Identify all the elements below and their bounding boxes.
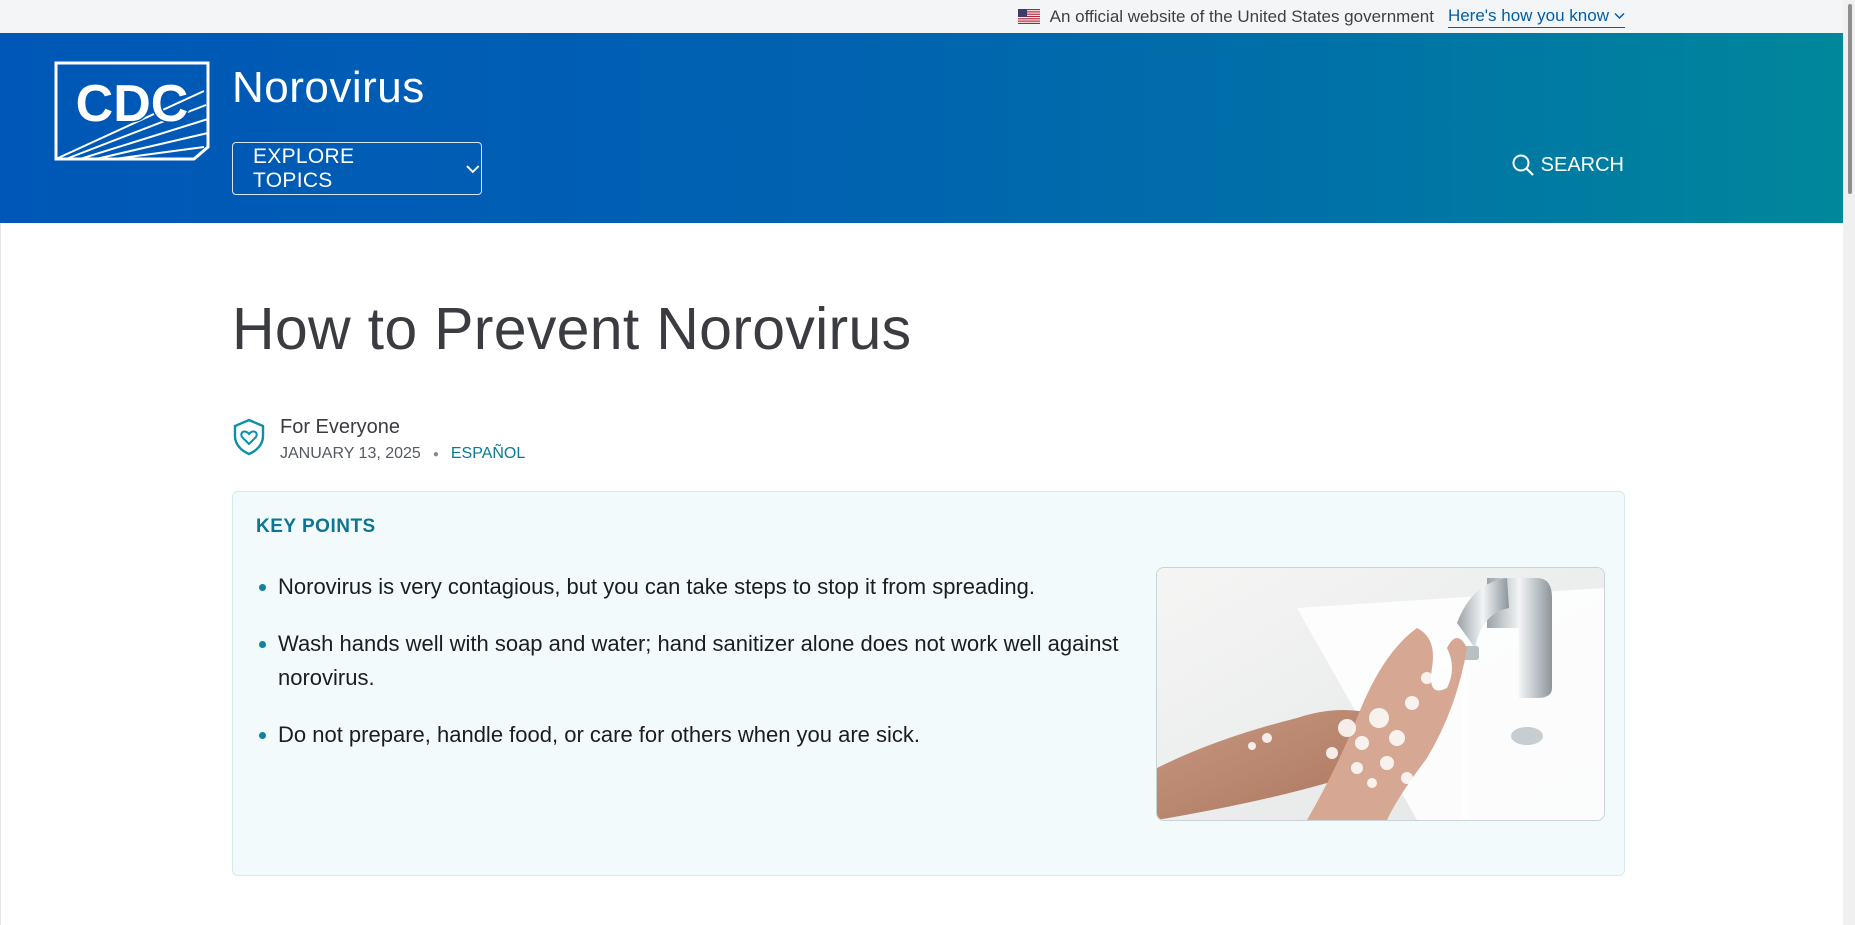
shield-heart-icon xyxy=(233,418,265,456)
audience-block: For Everyone JANUARY 13, 2025 ● ESPAÑOL xyxy=(232,416,525,463)
site-header: CDC Norovirus EXPLORE TOPICS SEARCH xyxy=(0,33,1855,223)
gov-banner-text: An official website of the United States… xyxy=(1049,6,1434,26)
cdc-logo[interactable]: CDC xyxy=(54,61,210,161)
scrollbar-thumb[interactable] xyxy=(1848,4,1852,194)
chevron-down-icon xyxy=(466,164,480,173)
gov-banner-content: An official website of the United States… xyxy=(1017,0,1625,33)
meta-separator: ● xyxy=(432,448,439,460)
key-point-item: Do not prepare, handle food, or care for… xyxy=(256,718,1136,752)
chevron-down-icon xyxy=(1614,12,1625,19)
explore-topics-label: EXPLORE TOPICS xyxy=(253,144,355,192)
hand-washing-illustration xyxy=(1157,568,1604,820)
hand-washing-image xyxy=(1156,567,1605,821)
cdc-logo-text: CDC xyxy=(76,75,189,133)
key-points-box: KEY POINTS Norovirus is very contagious,… xyxy=(232,491,1625,876)
explore-topics-button[interactable]: EXPLORE TOPICS xyxy=(232,142,482,195)
key-point-item: Wash hands well with soap and water; han… xyxy=(256,627,1136,695)
gov-banner: An official website of the United States… xyxy=(0,0,1855,33)
search-icon xyxy=(1512,154,1534,176)
espanol-link[interactable]: ESPAÑOL xyxy=(451,445,525,463)
heres-how-you-know-link[interactable]: Here's how you know xyxy=(1447,5,1625,28)
audience-label: For Everyone xyxy=(280,416,401,438)
key-points-heading: KEY POINTS xyxy=(256,516,376,537)
publish-date: JANUARY 13, 2025 xyxy=(280,445,421,462)
heres-how-you-know-label: Here's how you know xyxy=(1447,5,1609,25)
search-label: SEARCH xyxy=(1540,153,1624,176)
page-border xyxy=(0,223,1,925)
audience-text: For Everyone JANUARY 13, 2025 ● ESPAÑOL xyxy=(280,416,525,463)
us-flag-icon xyxy=(1017,9,1040,24)
key-points-list: Norovirus is very contagious, but you ca… xyxy=(256,570,1136,775)
search-button[interactable]: SEARCH xyxy=(1511,153,1624,177)
scrollbar[interactable] xyxy=(1843,0,1855,925)
site-title[interactable]: Norovirus xyxy=(232,63,425,113)
key-point-item: Norovirus is very contagious, but you ca… xyxy=(256,570,1136,604)
page-title: How to Prevent Norovirus xyxy=(232,296,912,362)
page-meta: JANUARY 13, 2025 ● ESPAÑOL xyxy=(280,445,525,463)
